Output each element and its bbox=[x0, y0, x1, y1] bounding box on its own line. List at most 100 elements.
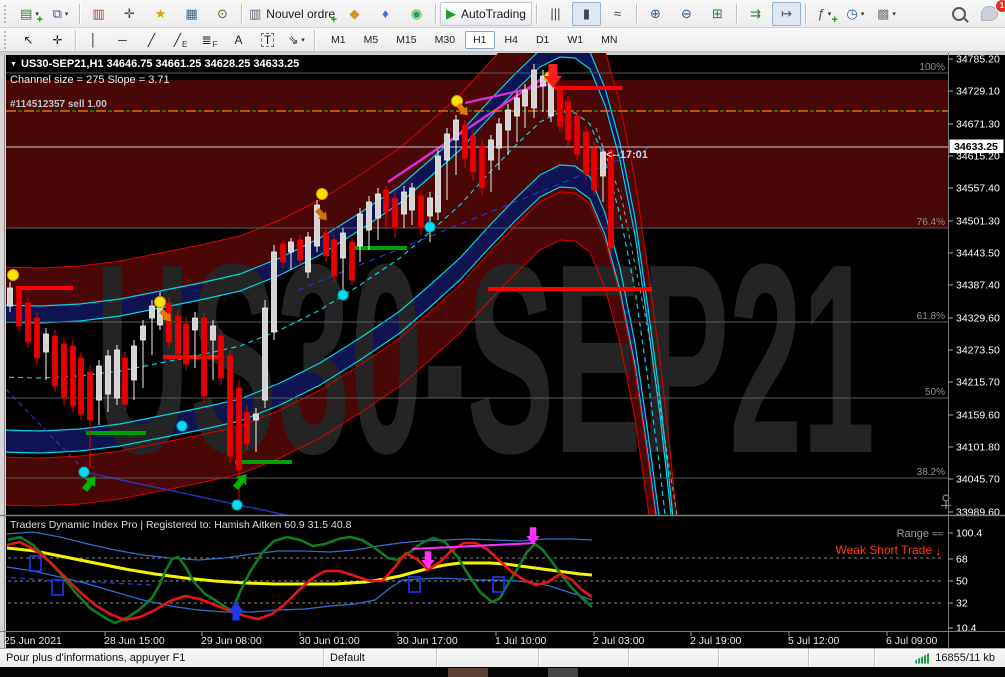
candle-body bbox=[25, 302, 31, 343]
crosshair-tool[interactable]: ✛ bbox=[44, 29, 71, 50]
toolbar-grip bbox=[4, 30, 11, 49]
timeframe-m30[interactable]: M30 bbox=[427, 31, 463, 49]
time-label: 29 Jun 08:00 bbox=[201, 635, 262, 647]
fibonacci-tool[interactable]: ≣ F bbox=[196, 29, 223, 50]
autotrading-button[interactable]: ▶ AutoTrading bbox=[440, 1, 532, 26]
cursor-tool[interactable]: ↖ bbox=[15, 29, 42, 50]
fib-label: 100% bbox=[919, 62, 945, 73]
time-label: 2 Jul 03:00 bbox=[593, 635, 645, 647]
candle-body bbox=[288, 241, 294, 253]
profiles-button[interactable]: ⧉ ▾ bbox=[46, 2, 75, 26]
templates-icon: ▩ bbox=[877, 6, 890, 21]
toolbar-separator bbox=[79, 3, 80, 24]
channel-tool[interactable]: ╱ E bbox=[167, 29, 194, 50]
toolbar-separator bbox=[635, 3, 637, 24]
autoscroll-button[interactable]: ⇉ bbox=[741, 2, 770, 26]
plus-badge-icon: + bbox=[330, 13, 337, 26]
zoom-out-icon: ⊖ bbox=[680, 6, 692, 21]
candle-body bbox=[366, 201, 372, 231]
tdi-trade-label: Weak Short Trade bbox=[836, 543, 933, 557]
candle-body bbox=[34, 317, 40, 359]
candle-body bbox=[201, 317, 207, 397]
crosshair-icon: ✛ bbox=[52, 32, 63, 47]
status-profile[interactable]: Default bbox=[324, 649, 437, 667]
trendline-tool[interactable]: ╱ bbox=[138, 29, 165, 50]
periods-icon: ◷ bbox=[846, 6, 858, 21]
candle-body bbox=[70, 345, 76, 407]
time-label: 28 Jun 15:00 bbox=[104, 635, 165, 647]
timeframe-mn[interactable]: MN bbox=[593, 31, 625, 49]
timeframe-d1[interactable]: D1 bbox=[528, 31, 557, 49]
level-bar bbox=[235, 460, 292, 464]
experts-icon: ♦ bbox=[382, 6, 389, 21]
chevron-down-icon: ▾ bbox=[892, 10, 896, 18]
candle-chart-button[interactable]: ▮ bbox=[571, 1, 601, 26]
new-chart-icon: ▤ bbox=[20, 6, 33, 21]
shapes-tool[interactable]: ⇘ ▾ bbox=[283, 29, 310, 50]
candle-body bbox=[262, 307, 268, 401]
terminal-button[interactable]: ▦ bbox=[177, 2, 206, 26]
tool-modifier-letter: E bbox=[181, 40, 188, 49]
timeframe-w1[interactable]: W1 bbox=[559, 31, 591, 49]
chevron-down-icon: ▾ bbox=[301, 36, 305, 44]
notifications-button[interactable]: 1 bbox=[975, 0, 1005, 26]
candle-body bbox=[522, 89, 528, 107]
fib-label: 61.8% bbox=[917, 311, 945, 322]
timeframe-h1[interactable]: H1 bbox=[465, 30, 495, 49]
tile-windows-button[interactable]: ⊞ bbox=[703, 2, 732, 26]
toolbar-separator bbox=[241, 3, 242, 24]
candle-body bbox=[505, 109, 511, 131]
candle-body bbox=[114, 349, 120, 399]
candle-body bbox=[496, 123, 502, 149]
bar-chart-button[interactable]: ||| bbox=[541, 2, 570, 26]
navigator-button[interactable]: ★ bbox=[146, 2, 175, 26]
candle-body bbox=[166, 302, 172, 343]
periods-button[interactable]: ◷ ▾ bbox=[841, 2, 870, 26]
time-label: 30 Jun 01:00 bbox=[299, 635, 360, 647]
candle-body bbox=[435, 155, 441, 213]
timeframe-m15[interactable]: M15 bbox=[388, 31, 424, 49]
new-order-button[interactable]: ▥ + Nouvel ordre bbox=[246, 2, 338, 26]
level-bar bbox=[553, 86, 622, 90]
candle-body bbox=[470, 135, 476, 173]
new-chart-button[interactable]: ▤ + ▾ bbox=[15, 2, 44, 26]
line-chart-button[interactable]: ≈ bbox=[603, 2, 632, 26]
timeframe-m5[interactable]: M5 bbox=[356, 31, 387, 49]
candle-body bbox=[87, 371, 93, 421]
metaeditor-button[interactable]: ◆ bbox=[340, 2, 369, 26]
window-left-border bbox=[0, 55, 6, 648]
navigator-icon: ★ bbox=[154, 6, 167, 21]
chart-area[interactable]: US30-SEP21 100% 76.4% 61.8% 50% 38.2% ▼ US30-SE… bbox=[0, 52, 1005, 648]
timeframe-m1[interactable]: M1 bbox=[323, 31, 354, 49]
signals-button[interactable]: ◉ bbox=[402, 2, 431, 26]
zoom-out-button[interactable]: ⊖ bbox=[672, 2, 701, 26]
vertical-line-tool[interactable]: │ bbox=[80, 29, 107, 50]
cyan-signal-dot bbox=[176, 420, 188, 432]
experts-button[interactable]: ♦ bbox=[371, 2, 400, 26]
status-cell bbox=[629, 649, 719, 667]
toolbar-row-2: ↖ ✛ │ ─ ╱ ╱ E ≣ F A T ⇘ ▾ M1 M5 M15 M30 H1 H4 D1 W1 MN bbox=[0, 28, 1005, 52]
search-button[interactable] bbox=[944, 2, 973, 26]
indicators-button[interactable]: ƒ + ▾ bbox=[810, 2, 839, 26]
toolbar-separator bbox=[435, 3, 436, 24]
timeframe-h4[interactable]: H4 bbox=[497, 31, 526, 49]
strategy-tester-button[interactable]: ⊙ bbox=[208, 2, 237, 26]
label-tool[interactable]: T bbox=[254, 29, 281, 50]
candle-body bbox=[227, 355, 233, 457]
zoom-in-button[interactable]: ⊕ bbox=[641, 2, 670, 26]
price-label: 34501.30 bbox=[956, 216, 1000, 228]
time-label: 5 Jul 12:00 bbox=[788, 635, 840, 647]
market-watch-button[interactable]: ▥ bbox=[84, 2, 113, 26]
candle-body bbox=[218, 335, 224, 379]
time-label: 25 Jun 2021 bbox=[4, 635, 62, 647]
status-cell bbox=[539, 649, 629, 667]
wave-icon: ≈≈ bbox=[932, 529, 943, 540]
text-tool[interactable]: A bbox=[225, 29, 252, 50]
candle-body bbox=[409, 187, 415, 211]
horizontal-line-tool[interactable]: ─ bbox=[109, 29, 136, 50]
shift-chart-button[interactable]: ↦ bbox=[771, 1, 801, 26]
templates-button[interactable]: ▩ ▾ bbox=[872, 2, 901, 26]
channel-icon: ╱ bbox=[173, 32, 181, 47]
plus-badge-icon: + bbox=[831, 13, 838, 26]
data-window-button[interactable]: ✛ bbox=[115, 2, 144, 26]
